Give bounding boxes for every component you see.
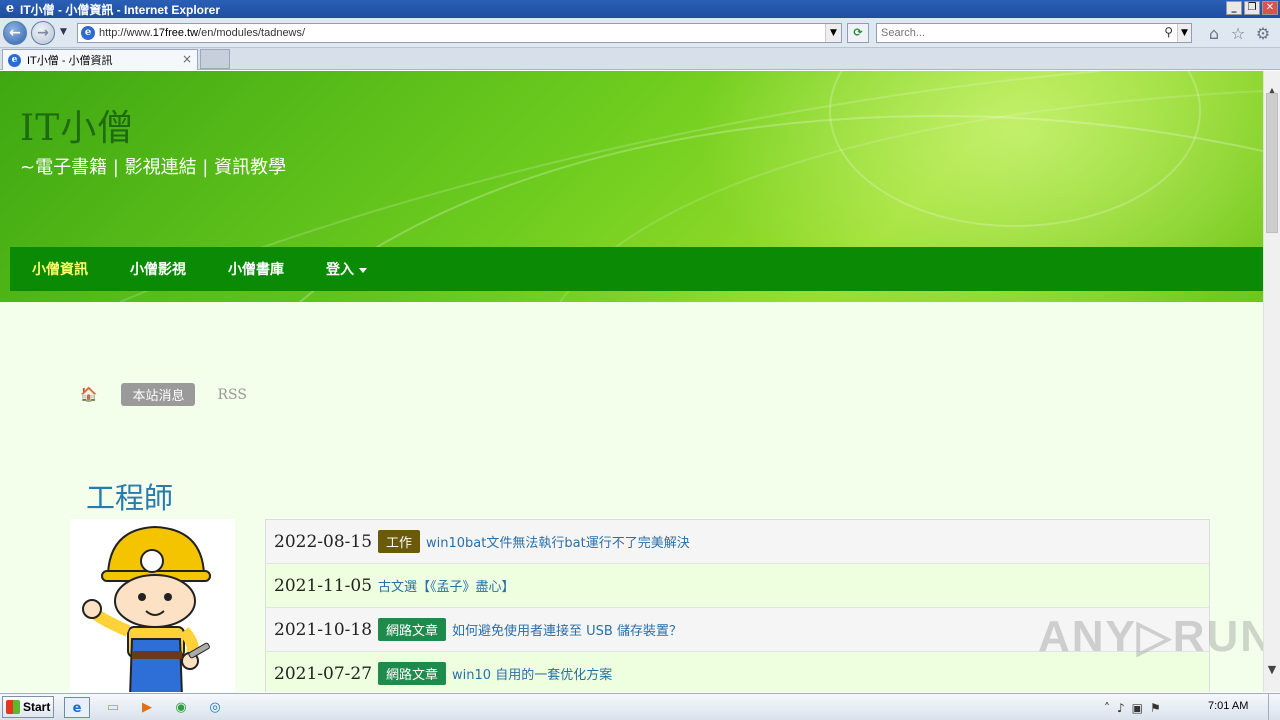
history-dropdown-icon[interactable]: ▼	[60, 27, 67, 37]
address-bar[interactable]: e http://www.17free.tw/en/modules/tadnew…	[77, 23, 842, 43]
windows-flag-icon	[6, 700, 20, 714]
navigation-bar: ← → ▼ e http://www.17free.tw/en/modules/…	[0, 18, 1280, 48]
taskbar-explorer-icon[interactable]: ▭	[100, 697, 126, 718]
news-title-link[interactable]: win10bat文件無法執行bat運行不了完美解決	[426, 532, 690, 551]
show-desktop-button[interactable]	[1268, 694, 1280, 720]
breadcrumb-current[interactable]: 本站消息	[121, 383, 196, 406]
page-icon: e	[81, 26, 95, 40]
news-date: 2021-10-18	[274, 619, 373, 640]
site-header: IT小僧 ~電子書籍 | 影視連結 | 資訊教學 小僧資訊 小僧影視 小僧書庫 …	[0, 71, 1263, 302]
nav-item-video[interactable]: 小僧影視	[130, 259, 186, 279]
system-tray: ˄ ♪ ▣ ⚑	[1104, 697, 1161, 718]
breadcrumb: 🏠 本站消息 RSS	[80, 383, 247, 406]
tab-strip: e IT小僧 - 小僧資訊 ×	[0, 48, 1280, 70]
search-icon[interactable]: ⚲	[1164, 25, 1173, 39]
taskbar-ie-icon[interactable]: e	[64, 697, 90, 718]
nav-item-login[interactable]: 登入	[326, 259, 367, 279]
taskbar-media-player-icon[interactable]: ▶	[134, 697, 160, 718]
close-button[interactable]: ✕	[1262, 1, 1278, 15]
category-title[interactable]: 工程師	[86, 475, 173, 517]
window-titlebar: e IT小僧 - 小僧資訊 - Internet Explorer _ ❐ ✕	[0, 0, 1280, 18]
news-row: 2021-11-05 古文選【《孟子》盡心】	[266, 564, 1209, 608]
news-title-link[interactable]: 古文選【《孟子》盡心】	[378, 576, 515, 595]
tray-expand-icon[interactable]: ˄	[1104, 701, 1110, 715]
window-controls: _ ❐ ✕	[1226, 1, 1278, 15]
favorites-icon[interactable]: ☆	[1229, 25, 1247, 43]
news-tag[interactable]: 工作	[378, 530, 421, 553]
minimize-button[interactable]: _	[1226, 1, 1242, 15]
caret-down-icon	[359, 267, 367, 273]
tab-page-icon: e	[8, 53, 21, 67]
action-center-flag-icon[interactable]: ⚑	[1150, 701, 1161, 715]
rss-link[interactable]: RSS	[217, 387, 246, 403]
site-title[interactable]: IT小僧	[20, 99, 134, 151]
home-icon[interactable]: ⌂	[1205, 25, 1223, 43]
news-tag[interactable]: 網路文章	[378, 662, 447, 685]
ie-logo-icon: e	[5, 1, 15, 16]
refresh-button[interactable]: ⟳	[847, 23, 869, 43]
volume-icon[interactable]: ♪	[1117, 701, 1125, 715]
forward-button[interactable]: →	[31, 21, 55, 45]
taskbar-chrome-icon[interactable]: ◉	[168, 697, 194, 718]
search-box[interactable]: ⚲ ▼	[876, 23, 1192, 43]
news-row: 2022-08-15 工作 win10bat文件無法執行bat運行不了完美解決	[266, 520, 1209, 564]
address-dropdown-icon[interactable]: ▼	[825, 24, 841, 42]
site-slogan: ~電子書籍 | 影視連結 | 資訊教學	[20, 157, 287, 178]
main-nav: 小僧資訊 小僧影視 小僧書庫 登入	[10, 247, 1263, 291]
nav-item-news[interactable]: 小僧資訊	[32, 259, 88, 279]
taskbar: Start e ▭ ▶ ◉ ◎ ˄ ♪ ▣ ⚑ 7:01 AM	[0, 693, 1280, 720]
page-viewport: IT小僧 ~電子書籍 | 影視連結 | 資訊教學 小僧資訊 小僧影視 小僧書庫 …	[0, 71, 1263, 692]
new-tab-button[interactable]	[200, 49, 230, 69]
tools-gear-icon[interactable]: ⚙	[1254, 25, 1272, 43]
news-date: 2021-11-05	[274, 575, 373, 596]
engineer-illustration	[82, 525, 211, 692]
home-icon[interactable]: 🏠	[80, 387, 97, 403]
tab-label: IT小僧 - 小僧資訊	[27, 55, 113, 67]
taskbar-edge-icon[interactable]: ◎	[202, 697, 228, 718]
vertical-scrollbar[interactable]: ▲ ▼	[1263, 71, 1280, 692]
search-dropdown-icon[interactable]: ▼	[1177, 24, 1191, 42]
restore-button[interactable]: ❐	[1244, 1, 1260, 15]
address-url[interactable]: http://www.17free.tw/en/modules/tadnews/	[99, 27, 305, 39]
window-title: IT小僧 - 小僧資訊 - Internet Explorer	[20, 2, 221, 17]
tab-active[interactable]: e IT小僧 - 小僧資訊 ×	[2, 49, 198, 70]
news-date: 2022-08-15	[274, 531, 373, 552]
start-button[interactable]: Start	[2, 696, 54, 718]
news-title-link[interactable]: 如何避免使用者連接至 USB 儲存裝置？	[452, 620, 682, 639]
news-title-link[interactable]: win10 自用的一套优化方案	[452, 664, 612, 683]
taskbar-clock[interactable]: 7:01 AM	[1208, 700, 1248, 712]
news-date: 2021-07-27	[274, 663, 373, 684]
news-list: 2022-08-15 工作 win10bat文件無法執行bat運行不了完美解決 …	[265, 519, 1210, 692]
nav-login-label: 登入	[326, 262, 354, 278]
scroll-down-icon[interactable]: ▼	[1264, 663, 1280, 680]
start-label: Start	[23, 700, 51, 714]
network-icon[interactable]: ▣	[1132, 701, 1143, 715]
category-image	[70, 519, 235, 692]
search-input[interactable]	[877, 24, 1147, 42]
news-tag[interactable]: 網路文章	[378, 618, 447, 641]
nav-item-library[interactable]: 小僧書庫	[228, 259, 284, 279]
tab-close-icon[interactable]: ×	[182, 52, 192, 66]
anyrun-watermark: ANY▷RUN	[1038, 612, 1263, 661]
scroll-thumb[interactable]	[1266, 93, 1278, 233]
back-button[interactable]: ←	[3, 21, 27, 45]
